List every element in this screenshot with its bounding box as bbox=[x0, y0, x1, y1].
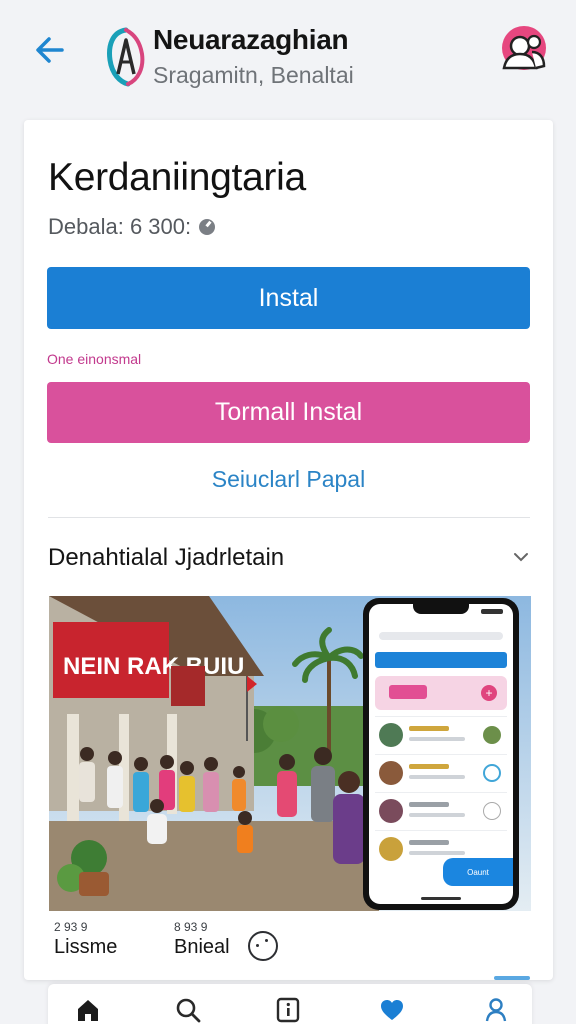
avatar bbox=[379, 837, 403, 861]
search-icon[interactable] bbox=[174, 996, 202, 1024]
stat-label: Lissme bbox=[54, 936, 118, 958]
heart-icon[interactable] bbox=[378, 996, 406, 1024]
link-icon bbox=[483, 802, 501, 820]
stat-label: Bnieal bbox=[174, 936, 230, 958]
refresh-icon bbox=[483, 764, 501, 782]
accent-line bbox=[494, 976, 530, 980]
list-line bbox=[409, 802, 449, 807]
arrow-left-icon[interactable] bbox=[30, 30, 70, 70]
app-name: Kerdaniingtaria bbox=[48, 156, 306, 199]
share-icon[interactable] bbox=[248, 931, 278, 961]
list-line bbox=[409, 775, 465, 779]
list-item bbox=[375, 716, 507, 752]
phone-screen: + Oaunt bbox=[369, 604, 513, 904]
banner-text: NEIN RAK BUIU bbox=[63, 653, 244, 680]
list-line bbox=[409, 764, 449, 769]
app-logo-icon bbox=[107, 27, 145, 87]
list-line bbox=[409, 840, 449, 845]
avatar bbox=[379, 799, 403, 823]
phone-header-bar bbox=[375, 652, 507, 668]
chevron-down-icon[interactable] bbox=[512, 548, 530, 566]
section-title: Denahtialal Jjadrletain bbox=[48, 544, 285, 571]
avatar bbox=[379, 761, 403, 785]
phone-pink-card: + bbox=[375, 676, 507, 710]
list-line bbox=[409, 737, 465, 741]
phone-mockup: + Oaunt bbox=[363, 598, 519, 910]
header-subtitle: Sragamitn, Benaltai bbox=[153, 62, 354, 88]
list-item bbox=[375, 754, 507, 790]
phone-tag bbox=[389, 685, 427, 699]
home-icon[interactable] bbox=[74, 996, 102, 1024]
secondary-label: One einonsmal bbox=[47, 351, 142, 367]
app-header: Neuarazaghian Sragamitn, Benaltai bbox=[0, 0, 576, 104]
install-button[interactable]: Instal bbox=[47, 267, 530, 329]
phone-notch bbox=[413, 604, 469, 614]
list-line bbox=[409, 726, 449, 731]
stat-number: 2 93 9 bbox=[54, 920, 88, 934]
bottom-nav bbox=[48, 984, 532, 1024]
app-meta: Debala: 6 300: bbox=[48, 214, 216, 240]
list-line bbox=[409, 813, 465, 817]
more-link[interactable]: Seiuclarl Papal bbox=[24, 466, 553, 493]
list-line bbox=[409, 851, 465, 855]
list-item bbox=[375, 792, 507, 828]
avatar bbox=[379, 723, 403, 747]
stat-number: 8 93 9 bbox=[174, 920, 208, 934]
profile-icon[interactable] bbox=[498, 24, 550, 76]
signal-icon bbox=[481, 609, 503, 614]
plus-icon: + bbox=[481, 685, 497, 701]
secondary-install-button[interactable]: Tormall Instal bbox=[47, 382, 530, 443]
avatar bbox=[483, 726, 501, 744]
screenshot-preview[interactable]: NEIN RAK BUIU + Oaunt bbox=[49, 596, 531, 911]
header-title: Neuarazaghian bbox=[153, 24, 349, 55]
info-icon[interactable] bbox=[274, 996, 302, 1024]
person-icon[interactable] bbox=[482, 996, 510, 1024]
app-meta-text: Debala: 6 300: bbox=[48, 214, 192, 239]
check-circle-icon bbox=[199, 219, 216, 235]
home-indicator bbox=[421, 897, 461, 900]
phone-cta-button: Oaunt bbox=[443, 858, 513, 886]
app-detail-card: Kerdaniingtaria Debala: 6 300: Instal On… bbox=[24, 120, 553, 980]
divider bbox=[48, 517, 530, 518]
phone-url-bar bbox=[379, 632, 503, 640]
